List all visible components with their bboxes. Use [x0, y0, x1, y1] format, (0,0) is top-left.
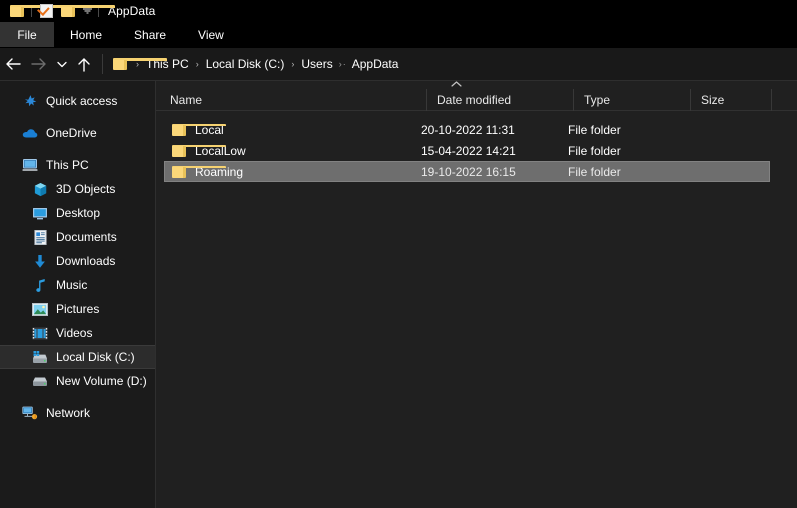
breadcrumb-item-users[interactable]: Users	[299, 57, 334, 71]
sidebar-item-label: Local Disk (C:)	[56, 350, 135, 364]
quick-access-toolbar	[6, 1, 115, 21]
navigation-pane: Quick access OneDrive This PC 3D Objects…	[0, 81, 156, 508]
column-header-name[interactable]: Name	[156, 89, 426, 111]
file-name-cell: Roaming	[165, 164, 421, 180]
download-arrow-icon	[32, 253, 48, 269]
breadcrumb-folder-icon[interactable]	[109, 54, 167, 74]
column-header-row: Name Date modified Type Size	[156, 88, 797, 111]
folder-icon	[171, 122, 226, 138]
sidebar-item-label: This PC	[46, 158, 89, 172]
sidebar-item-label: Pictures	[56, 302, 100, 316]
drive-icon	[32, 373, 48, 389]
sidebar-item-music[interactable]: Music	[0, 273, 155, 297]
file-list-pane: Name Date modified Type Size Local 20-10…	[156, 81, 797, 508]
sidebar-item-this-pc[interactable]: This PC	[0, 153, 155, 177]
sidebar-item-label: Quick access	[46, 94, 118, 108]
explorer-body: Quick access OneDrive This PC 3D Objects…	[0, 81, 797, 508]
tab-share[interactable]: Share	[118, 22, 182, 47]
sidebar-item-label: Videos	[56, 326, 93, 340]
breadcrumb-separator-1: ›	[195, 58, 199, 69]
column-header-date-modified[interactable]: Date modified	[426, 88, 573, 111]
sidebar-item-documents[interactable]: Documents	[0, 225, 155, 249]
file-date-cell: 19-10-2022 16:15	[421, 164, 516, 179]
breadcrumb-item-appdata[interactable]: AppData	[350, 57, 401, 71]
file-type-cell: File folder	[568, 143, 621, 158]
tab-view[interactable]: View	[182, 22, 240, 47]
recent-locations-chevron-down-icon[interactable]	[52, 51, 71, 77]
breadcrumb[interactable]: › This PC › Local Disk (C:) › Users ›· A…	[107, 52, 797, 76]
sidebar-item-desktop[interactable]: Desktop	[0, 201, 155, 225]
sidebar-item-onedrive[interactable]: OneDrive	[0, 121, 155, 145]
back-arrow-icon[interactable]	[0, 51, 26, 77]
network-icon	[22, 405, 38, 421]
desktop-icon	[32, 205, 48, 221]
file-name-cell: Local	[165, 122, 421, 138]
breadcrumb-separator-2: ›	[291, 58, 295, 69]
sidebar-item-3d-objects[interactable]: 3D Objects	[0, 177, 155, 201]
breadcrumb-item-local-disk[interactable]: Local Disk (C:)	[204, 57, 287, 71]
sidebar-item-label: Music	[56, 278, 88, 292]
computer-icon	[22, 157, 38, 173]
table-row[interactable]: Roaming 19-10-2022 16:15 File folder	[164, 161, 770, 182]
sidebar-item-local-disk-c[interactable]: Local Disk (C:)	[0, 345, 155, 369]
properties-icon[interactable]	[35, 1, 57, 21]
tab-file[interactable]: File	[0, 22, 54, 47]
sidebar-item-label: Documents	[56, 230, 117, 244]
forward-arrow-icon[interactable]	[26, 51, 52, 77]
sort-indicator-strip	[156, 81, 797, 89]
sidebar-item-downloads[interactable]: Downloads	[0, 249, 155, 273]
music-note-icon	[32, 277, 48, 293]
file-type-cell: File folder	[568, 164, 621, 179]
chevron-up-icon	[451, 81, 462, 87]
star-icon	[22, 93, 38, 109]
file-list: Local 20-10-2022 11:31 File folder Local…	[156, 111, 797, 182]
folder-icon[interactable]	[6, 1, 64, 21]
sidebar-item-label: New Volume (D:)	[56, 374, 147, 388]
breadcrumb-separator-3[interactable]: ›·	[335, 59, 350, 69]
table-row[interactable]: LocalLow 15-04-2022 14:21 File folder	[164, 140, 770, 161]
title-bar: AppData	[0, 0, 797, 22]
cube-icon	[32, 181, 48, 197]
sidebar-item-label: OneDrive	[46, 126, 97, 140]
sidebar-item-label: Downloads	[56, 254, 116, 268]
video-icon	[32, 325, 48, 341]
sidebar-item-network[interactable]: Network	[0, 401, 155, 425]
folder-icon	[171, 164, 226, 180]
column-header-filler	[771, 88, 797, 111]
document-icon	[32, 229, 48, 245]
file-date-cell: 15-04-2022 14:21	[421, 143, 516, 158]
ribbon-tab-bar: File Home Share View	[0, 22, 797, 48]
sidebar-item-videos[interactable]: Videos	[0, 321, 155, 345]
address-bar: › This PC › Local Disk (C:) › Users ›· A…	[0, 48, 797, 81]
file-explorer-window: AppData File Home Share View › This PC ›	[0, 0, 797, 508]
folder-icon	[171, 143, 226, 159]
sidebar-item-label: 3D Objects	[56, 182, 116, 196]
breadcrumb-separator-0: ›	[136, 58, 139, 69]
sidebar-item-pictures[interactable]: Pictures	[0, 297, 155, 321]
column-header-size[interactable]: Size	[690, 88, 771, 111]
column-header-type[interactable]: Type	[573, 88, 690, 111]
tab-home[interactable]: Home	[54, 22, 118, 47]
address-divider	[102, 54, 103, 74]
cloud-icon	[22, 125, 38, 141]
windows-drive-icon	[32, 349, 48, 365]
sidebar-item-label: Network	[46, 406, 91, 420]
file-name-cell: LocalLow	[165, 143, 421, 159]
table-row[interactable]: Local 20-10-2022 11:31 File folder	[164, 119, 770, 140]
sidebar-item-label: Desktop	[56, 206, 101, 220]
file-type-cell: File folder	[568, 122, 621, 137]
chevron-down-icon[interactable]	[79, 1, 95, 21]
sidebar-item-quick-access[interactable]: Quick access	[0, 89, 155, 113]
picture-icon	[32, 301, 48, 317]
file-date-cell: 20-10-2022 11:31	[421, 122, 515, 137]
window-title: AppData	[108, 4, 156, 18]
up-arrow-icon[interactable]	[71, 51, 97, 77]
new-folder-icon[interactable]	[57, 1, 115, 21]
sidebar-item-new-volume-d[interactable]: New Volume (D:)	[0, 369, 155, 393]
